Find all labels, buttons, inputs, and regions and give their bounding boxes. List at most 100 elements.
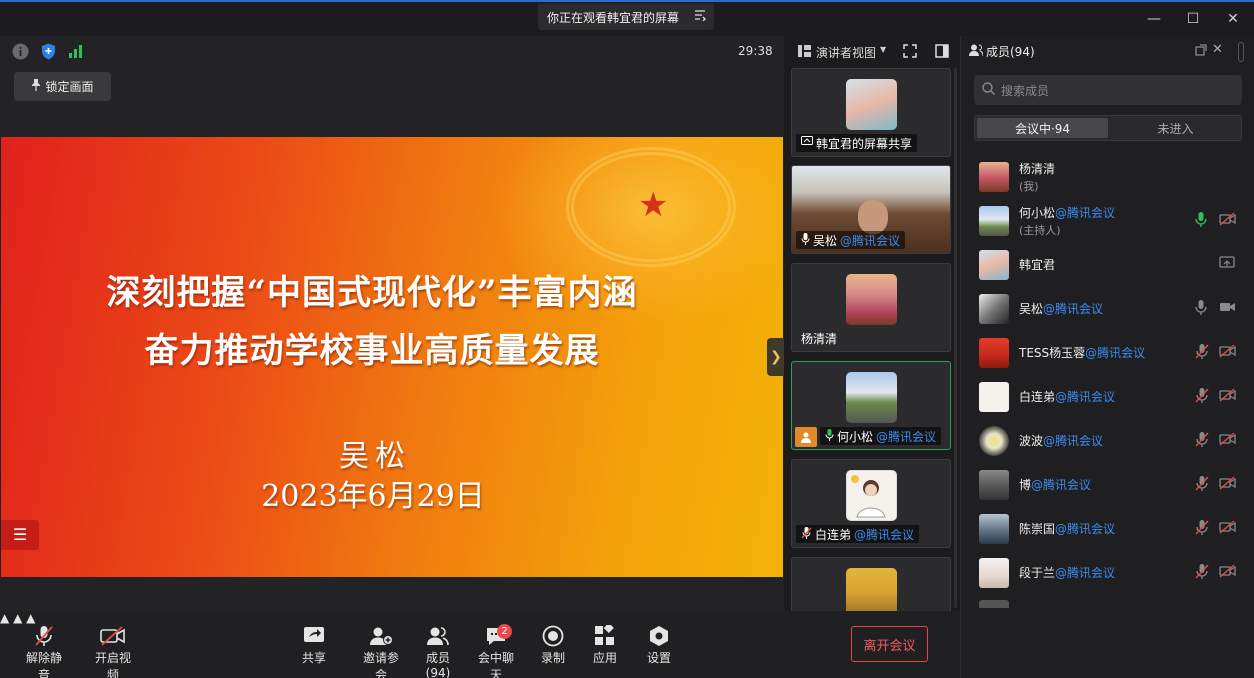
avatar [979,514,1009,544]
fullscreen-icon[interactable] [903,44,917,61]
security-shield-icon[interactable] [41,43,56,63]
settings-button[interactable]: 设置 [646,623,672,666]
microphone-active-icon[interactable] [1195,212,1211,228]
avatar [846,568,897,611]
microphone-muted-icon[interactable] [1195,476,1211,492]
member-row[interactable]: 杨清清 (我) [961,154,1254,198]
meeting-timer: 29:38 [738,44,773,58]
member-role: (我) [1019,180,1039,193]
lock-view-button[interactable]: 锁定画面 [14,72,111,101]
tab-in-meeting[interactable]: 会议中·94 [977,118,1108,138]
unmute-button[interactable]: 解除静音 [22,623,66,678]
member-name: 杨清清 [1019,162,1056,176]
member-row-partial[interactable] [979,600,1009,608]
thumbnail-scrollbar[interactable] [954,68,957,608]
lock-view-label: 锁定画面 [45,80,94,94]
apps-button[interactable]: 应用 [592,623,618,666]
thumbnail-wusong[interactable]: 吴松 @腾讯会议 [791,165,951,254]
stage-topbar: 29:38 [0,36,784,67]
viewing-banner[interactable]: 你正在观看韩宜君的屏幕 [538,4,714,30]
search-input[interactable]: 搜索成员 [974,75,1242,105]
microphone-muted-icon[interactable] [1195,564,1211,580]
invite-button[interactable]: 邀请参会 [358,623,404,678]
screen-share-icon[interactable] [1219,256,1235,272]
chevron-down-icon[interactable]: ▼ [880,45,886,54]
host-badge-icon [795,427,817,447]
leave-meeting-button[interactable]: 离开会议 [851,626,928,662]
member-row[interactable]: 何小松@腾讯会议 (主持人) [961,198,1254,242]
start-video-button[interactable]: 开启视频 [90,623,136,678]
member-name: 何小松@腾讯会议 [1019,206,1116,220]
video-off-icon[interactable] [1219,476,1236,492]
chat-icon [474,623,518,649]
minimize-button[interactable]: — [1142,9,1166,29]
thumbnail-header: 演讲者视图 ▼ [784,36,960,67]
video-off-icon[interactable] [1219,432,1236,448]
tab-not-joined[interactable]: 未进入 [1110,116,1241,140]
video-off-icon[interactable] [1219,388,1236,404]
info-icon[interactable] [12,43,29,63]
popout-icon[interactable] [1195,44,1207,59]
microphone-icon[interactable] [1195,300,1211,316]
thumbnail-partial[interactable] [791,557,951,611]
avatar [846,274,897,325]
members-panel-header: 成员(94) ✕ [961,36,1254,66]
video-off-icon[interactable] [1219,564,1236,580]
slide-date: 2023年6月29日 [261,479,485,514]
avatar [979,470,1009,500]
microphone-active-icon [825,428,834,444]
panel-scrollbar[interactable] [1238,42,1244,62]
avatar [979,162,1009,192]
member-row[interactable]: 吴松@腾讯会议 [961,286,1254,330]
thumbnail-yangqingqing[interactable]: 杨清清 [791,263,951,352]
microphone-muted-icon[interactable] [1195,388,1211,404]
microphone-muted-icon[interactable] [1195,344,1211,360]
thumbnail-label: 白连弟 @腾讯会议 [796,525,920,543]
thumbnail-label: 韩宜君的屏幕共享 [796,134,918,152]
speaker-view-dropdown[interactable]: 演讲者视图 [816,44,876,61]
microphone-muted-icon[interactable] [1195,432,1211,448]
video-on-icon[interactable] [1219,300,1235,316]
thumbnail-hexiaosong[interactable]: 何小松 @腾讯会议 [791,361,951,450]
settings-hexagon-icon [646,623,672,649]
slide-list-icon[interactable]: ☰ [1,520,39,550]
member-row[interactable]: 段于兰@腾讯会议 [961,550,1254,594]
video-off-icon [90,623,136,649]
microphone-muted-icon[interactable] [1195,520,1211,536]
microphone-icon [801,232,810,248]
layout-toggle-icon[interactable] [935,44,949,61]
member-row[interactable]: 白连弟@腾讯会议 [961,374,1254,418]
share-button[interactable]: 共享 [300,623,328,666]
close-window-button[interactable]: ✕ [1221,9,1245,29]
member-row[interactable]: 博@腾讯会议 [961,462,1254,506]
member-name: 波波@腾讯会议 [1019,434,1104,448]
banner-menu-icon[interactable] [694,9,706,24]
signal-strength-icon[interactable] [69,44,84,61]
video-off-icon[interactable] [1219,344,1236,360]
video-options-chevron-icon[interactable]: ▲ [13,611,22,625]
close-panel-icon[interactable]: ✕ [1212,42,1223,57]
thumbnail-label: 吴松 @腾讯会议 [796,231,906,249]
presentation-slide: ★ 深刻把握“中国式现代化”丰富内涵 奋力推动学校事业高质量发展 吴松 2023… [1,137,783,577]
thumbnail-screen-share[interactable]: 韩宜君的屏幕共享 [791,68,951,157]
member-row[interactable]: 波波@腾讯会议 [961,418,1254,462]
video-off-icon[interactable] [1219,520,1236,536]
members-panel: 成员(94) ✕ 搜索成员 会议中·94 未进入 杨清清 (我) 何小松@腾讯会… [960,36,1254,678]
audio-options-chevron-icon[interactable]: ▲ [0,611,9,625]
person-head [858,200,888,234]
member-row[interactable]: TESS杨玉蓉@腾讯会议 [961,330,1254,374]
member-row[interactable]: 韩宜君 [961,242,1254,286]
collapse-thumbnails-chevron-icon[interactable]: ❯ [767,338,785,376]
video-off-icon[interactable] [1219,212,1236,228]
members-button[interactable]: 成员(94) [416,623,460,678]
member-name: 白连弟@腾讯会议 [1019,390,1116,404]
maximize-button[interactable]: ☐ [1181,9,1205,29]
screen-share-icon [801,136,813,150]
member-name: 韩宜君 [1019,258,1056,272]
record-button[interactable]: 录制 [540,623,566,666]
thumbnail-bailiandi[interactable]: 白连弟 @腾讯会议 [791,459,951,548]
member-row[interactable]: 陈崇国@腾讯会议 [961,506,1254,550]
speaker-view-icon[interactable] [798,45,811,60]
search-icon [982,82,995,98]
slide-title-line2: 奋力推动学校事业高质量发展 [144,331,600,371]
